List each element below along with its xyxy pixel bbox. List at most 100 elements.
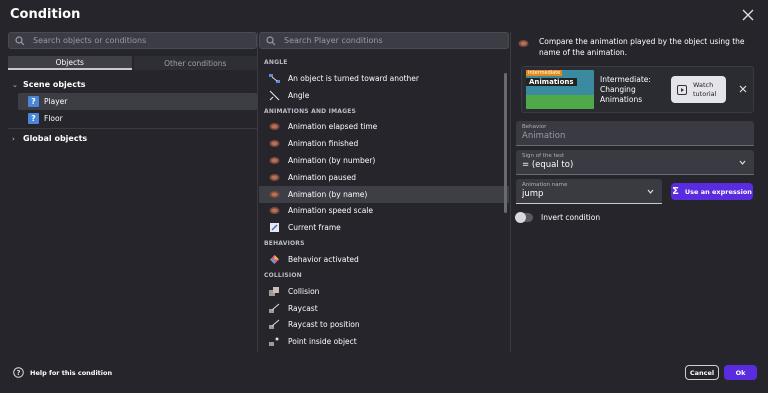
watch-tutorial-button[interactable]: Watch tutorial — [671, 76, 726, 103]
close-icon[interactable] — [742, 9, 754, 21]
group-global-objects[interactable]: › Global objects — [8, 130, 257, 147]
condition-raycast[interactable]: Raycast — [259, 300, 509, 317]
conditions-search-input[interactable]: Search Player conditions — [259, 32, 509, 49]
animation-icon — [269, 189, 280, 200]
objects-panel: Search objects or conditions Objects Oth… — [8, 32, 257, 352]
condition-label: Collision — [288, 286, 320, 296]
group-label: Global objects — [23, 134, 88, 143]
object-type-icon: ? — [28, 113, 39, 124]
search-icon — [15, 35, 25, 45]
watch-label-line2: tutorial — [693, 89, 717, 98]
point-icon — [269, 336, 280, 347]
condition-label: Animation finished — [288, 139, 359, 149]
objects-search-input[interactable]: Search objects or conditions — [8, 32, 257, 49]
condition-label: Animation elapsed time — [288, 122, 378, 132]
field-value: Animation — [522, 131, 566, 141]
tutorial-card: Intermediate Animations Intermediate: Ch… — [521, 66, 754, 113]
condition-label: Animation paused — [288, 172, 357, 182]
object-label: Player — [44, 97, 68, 106]
turn-toward-icon — [269, 73, 280, 84]
ok-button[interactable]: Ok — [724, 365, 757, 380]
close-icon[interactable] — [739, 85, 747, 93]
condition-current-frame[interactable]: Current frame — [259, 219, 509, 236]
condition-label: Animation (by number) — [288, 156, 376, 166]
invert-condition-row: Invert condition — [515, 212, 756, 223]
sign-of-test-select[interactable]: Sign of the test = (equal to) — [516, 150, 754, 175]
chevron-down-icon — [647, 189, 654, 194]
condition-details: Compare the animation played by the obje… — [514, 36, 756, 296]
raycast-icon — [269, 319, 280, 330]
animation-icon — [269, 172, 280, 183]
condition-animation-paused[interactable]: Animation paused — [259, 169, 509, 186]
animation-icon — [269, 155, 280, 166]
condition-animation-by-number[interactable]: Animation (by number) — [259, 152, 509, 169]
tab-objects[interactable]: Objects — [8, 56, 132, 70]
condition-animation-speed-scale[interactable]: Animation speed scale — [259, 203, 509, 220]
condition-raycast-to-position[interactable]: Raycast to position — [259, 317, 509, 334]
condition-turned-toward[interactable]: An object is turned toward another — [259, 70, 509, 87]
tutorial-thumbnail[interactable]: Intermediate Animations — [526, 70, 594, 109]
field-label: Animation name — [522, 182, 568, 188]
condition-label: Raycast to position — [288, 320, 360, 330]
button-label: Use an expression — [684, 187, 752, 196]
object-type-icon: ? — [28, 96, 39, 107]
field-value: jump — [522, 189, 544, 199]
tutorial-title: Intermediate: Changing Animations — [600, 74, 651, 104]
help-icon: ? — [13, 367, 24, 378]
raycast-icon — [269, 303, 280, 314]
condition-angle[interactable]: Angle — [259, 87, 509, 104]
conditions-list: ANGLE An object is turned toward another… — [259, 55, 509, 351]
chevron-down-icon — [739, 160, 746, 165]
object-item-floor[interactable]: ? Floor — [18, 110, 257, 127]
object-label: Floor — [44, 114, 63, 123]
animation-icon — [269, 205, 280, 216]
chevron-down-icon: ⌄ — [12, 80, 18, 89]
angle-icon — [269, 90, 280, 101]
condition-label: Behavior activated — [288, 255, 359, 265]
watch-label-line1: Watch — [693, 80, 714, 89]
conditions-search-placeholder: Search Player conditions — [284, 36, 383, 45]
field-label: Sign of the test — [522, 153, 565, 159]
section-header: COLLISION — [264, 271, 302, 279]
condition-animation-finished[interactable]: Animation finished — [259, 135, 509, 152]
objects-search-placeholder: Search objects or conditions — [33, 36, 147, 45]
condition-animation-by-name[interactable]: Animation (by name) — [259, 185, 509, 203]
watch-label: Watch tutorial — [693, 81, 716, 99]
group-scene-objects[interactable]: ⌄ Scene objects — [8, 76, 257, 93]
section-header: ANIMATIONS AND IMAGES — [264, 107, 357, 115]
conditions-scrollbar[interactable] — [504, 73, 507, 213]
behavior-field[interactable]: Behavior Animation — [516, 121, 754, 146]
condition-description: Compare the animation played by the obje… — [514, 36, 756, 58]
invert-condition-toggle[interactable] — [515, 212, 533, 223]
animation-icon — [269, 121, 280, 132]
condition-label: Raycast — [288, 303, 318, 313]
animation-icon — [269, 138, 280, 149]
objects-tree: ⌄ Scene objects ? Player ? Floor › Globa… — [8, 76, 257, 147]
section-header: BEHAVIORS — [264, 240, 305, 248]
dialog-title: Condition — [10, 7, 81, 22]
condition-label: An object is turned toward another — [288, 73, 419, 83]
description-text: Compare the animation played by the obje… — [539, 37, 745, 57]
tab-other-conditions[interactable]: Other conditions — [133, 56, 257, 70]
help-link[interactable]: ? Help for this condition — [13, 367, 112, 378]
svg-text:?: ? — [16, 369, 20, 377]
play-icon — [677, 84, 687, 95]
field-value: = (equal to) — [522, 160, 574, 170]
cancel-button[interactable]: Cancel — [685, 365, 719, 380]
condition-collision[interactable]: Collision — [259, 283, 509, 300]
condition-point-inside-object[interactable]: Point inside object — [259, 333, 509, 350]
section-header: ANGLE — [264, 59, 288, 66]
condition-behavior-activated[interactable]: Behavior activated — [259, 251, 509, 268]
animation-name-select[interactable]: Animation name jump — [516, 179, 662, 204]
use-expression-button[interactable]: Σ Use an expression — [671, 183, 753, 200]
search-icon — [266, 35, 276, 45]
condition-label: Current frame — [288, 223, 341, 233]
object-item-player[interactable]: ? Player — [18, 93, 257, 110]
condition-animation-elapsed-time[interactable]: Animation elapsed time — [259, 119, 509, 136]
condition-label: Point inside object — [288, 337, 357, 347]
objects-tabs: Objects Other conditions — [8, 56, 257, 70]
condition-label: Animation (by name) — [288, 189, 368, 199]
field-label: Behavior — [522, 124, 547, 130]
toggle-label: Invert condition — [541, 213, 601, 222]
collision-icon — [269, 286, 280, 297]
